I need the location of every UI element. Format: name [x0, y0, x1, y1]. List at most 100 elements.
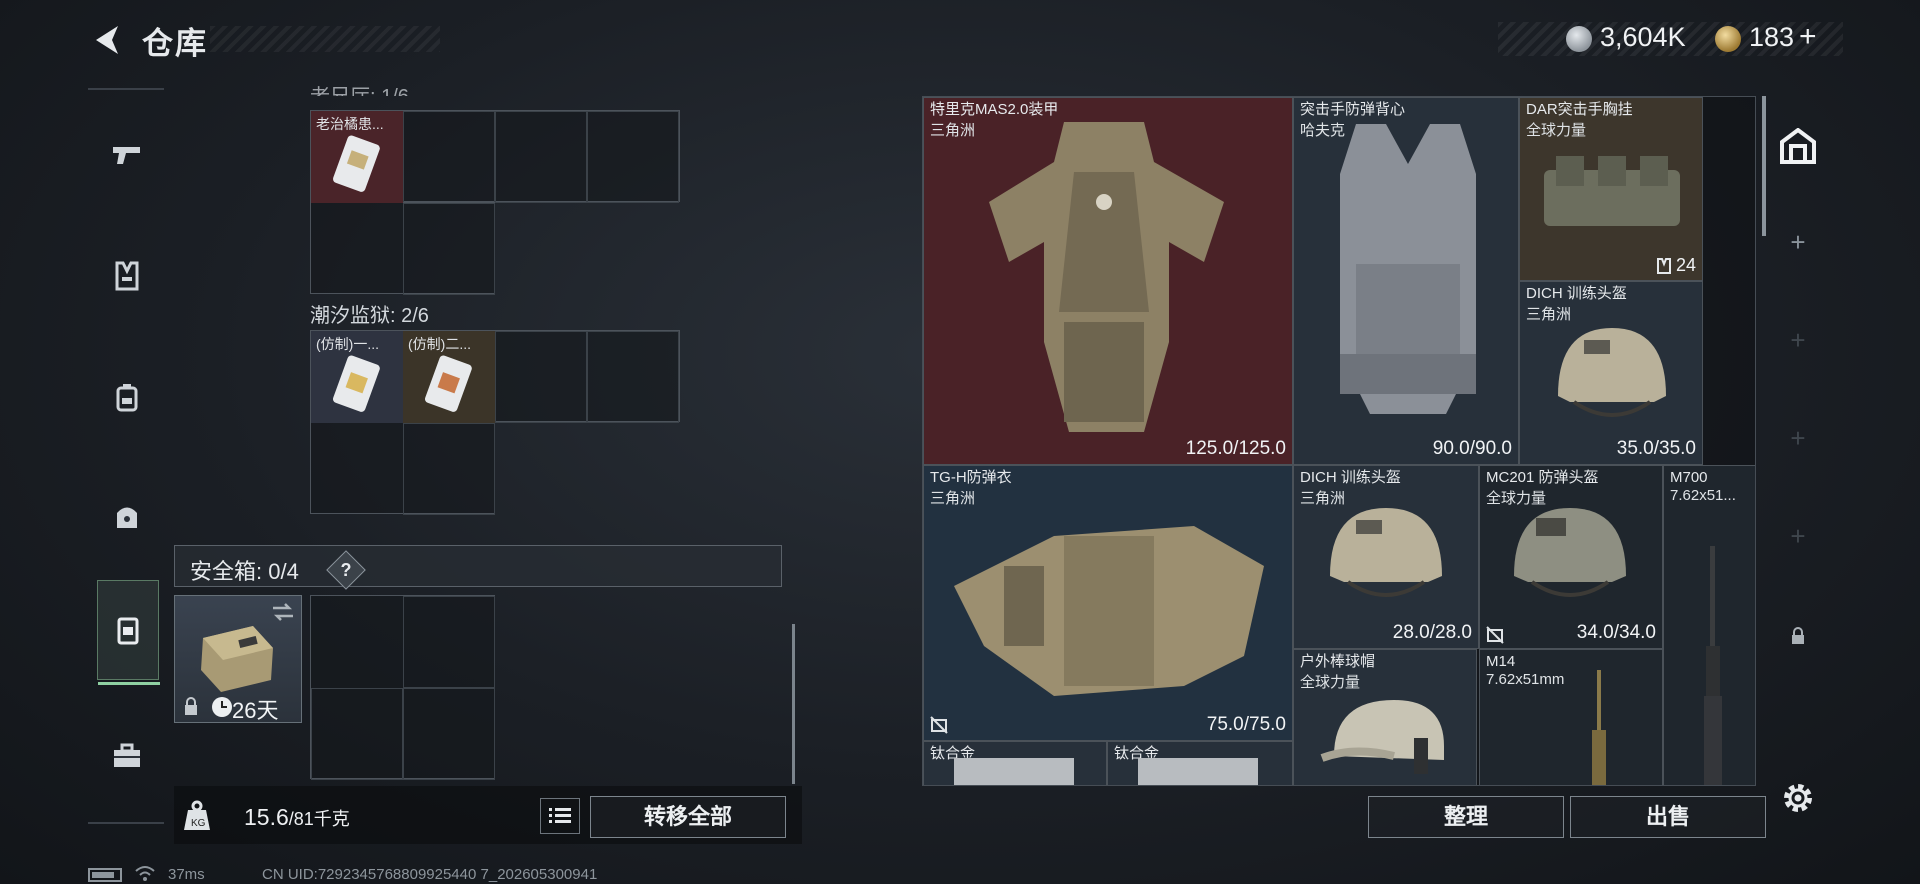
rail-slot-add-2[interactable]: +: [1768, 298, 1828, 382]
section-title-1: 老兄厅: 1/6: [310, 80, 409, 96]
rifle-icon: [1592, 670, 1606, 785]
storage-item-3[interactable]: (仿制)二...: [403, 331, 495, 423]
rail-slot-add-1[interactable]: +: [1768, 200, 1828, 284]
add-currency-button[interactable]: +: [1799, 20, 1817, 54]
item-name: (仿制)一...: [316, 336, 379, 352]
titanium-plate-icon: [954, 758, 1074, 785]
lock-icon: [185, 697, 197, 715]
no-repair-icon: [1486, 626, 1504, 644]
storage-scrollbar[interactable]: [792, 624, 795, 784]
inventory-item-assault-vest[interactable]: 突击手防弹背心 哈夫克 90.0/90.0: [1293, 97, 1519, 465]
battery-icon: [88, 868, 122, 882]
item-name: DICH 训练头盔: [1300, 469, 1401, 486]
weight-current: 15.6: [244, 804, 289, 830]
keycard-icon: [425, 355, 472, 412]
swap-icon: [273, 603, 293, 621]
rail-slot-locked[interactable]: [1768, 594, 1828, 678]
item-name: M14: [1486, 653, 1516, 670]
gold-coin-icon: [1715, 26, 1741, 52]
storage-item-1[interactable]: 老治橘患...: [311, 111, 403, 203]
help-icon: ?: [340, 560, 352, 580]
item-name: M700: [1670, 469, 1708, 486]
section-title-2: 潮汐监狱: 2/6: [310, 305, 429, 327]
weight-capacity: /81千克: [288, 809, 350, 829]
titanium-plate-icon: [1138, 758, 1258, 785]
inventory-item-mc201-helmet[interactable]: MC201 防弹头盔 全球力量 34.0/34.0: [1479, 465, 1663, 649]
rail-helmet[interactable]: [96, 485, 158, 547]
chest-rig-icon: [1544, 156, 1680, 226]
sort-button[interactable]: 整理: [1368, 796, 1564, 838]
inventory-item-m700[interactable]: M700 7.62x51...: [1663, 465, 1755, 785]
sell-button[interactable]: 出售: [1570, 796, 1766, 838]
item-durability: 125.0/125.0: [1185, 438, 1286, 459]
storage-grid-1-row2: [310, 202, 495, 295]
storage-item-2[interactable]: (仿制)一...: [311, 331, 403, 423]
rail-weapon[interactable]: [96, 124, 158, 186]
svg-text:KG: KG: [191, 818, 206, 829]
rail-tools[interactable]: [96, 725, 158, 787]
inventory-item-titanium-1[interactable]: 钛合金: [923, 741, 1107, 785]
item-caliber: 7.62x51...: [1670, 487, 1736, 504]
lock-icon: [1792, 627, 1804, 644]
bag-icon: [117, 507, 137, 528]
item-name: 老治橘患...: [316, 116, 384, 132]
safe-box-days: 26天: [232, 698, 279, 723]
inventory-item-m14[interactable]: M14 7.62x51mm: [1479, 649, 1663, 785]
weight-display: 15.6/81千克: [244, 804, 350, 831]
list-view-button[interactable]: [540, 798, 580, 834]
rail-storage-selected[interactable]: [1768, 104, 1828, 188]
rail-slot-add-4[interactable]: +: [1768, 494, 1828, 578]
page-title: 仓库: [142, 26, 208, 61]
item-name: (仿制)二...: [408, 336, 471, 352]
category-rail: [88, 88, 164, 824]
gear-icon: [1784, 784, 1812, 812]
item-faction: 三角洲: [930, 490, 976, 507]
inventory-item-baseball-cap[interactable]: 户外棒球帽 全球力量: [1293, 649, 1477, 785]
settings-button[interactable]: [1780, 780, 1820, 820]
helmet-icon: [1558, 328, 1666, 417]
item-caliber: 7.62x51mm: [1486, 671, 1565, 688]
plate-carrier-icon: [1340, 124, 1476, 414]
silver-coin-icon: [1566, 26, 1592, 52]
inventory-item-chest-rig[interactable]: DAR突击手胸挂 全球力量 24: [1519, 97, 1703, 281]
inventory-panel: 特里克MAS2.0装甲 三角洲 125.0/125.0 突击手防弹背心 哈夫克 …: [922, 96, 1756, 786]
backpack-icon: [116, 384, 138, 412]
inventory-item-titanium-2[interactable]: 钛合金: [1107, 741, 1293, 785]
toolbox-icon: [114, 743, 140, 767]
vest-icon: [115, 261, 139, 291]
inventory-item-tgh-armor[interactable]: TG-H防弹衣 三角洲 75.0/75.0: [923, 465, 1293, 741]
item-name: TG-H防弹衣: [930, 469, 1012, 486]
silver-currency-amount: 3,604K: [1600, 22, 1686, 52]
inventory-item-dich-helmet-2[interactable]: DICH 训练头盔 三角洲 28.0/28.0: [1293, 465, 1479, 649]
uid-display: CN UID:7292345768809925440 7_20260530094…: [262, 866, 598, 883]
sniper-rifle-icon: [1704, 546, 1722, 785]
rail-armor[interactable]: [96, 245, 158, 307]
storage-grid-2-row2: [310, 422, 495, 515]
item-durability: 34.0/34.0: [1576, 622, 1656, 643]
item-faction: 全球力量: [1526, 122, 1587, 139]
keycard-icon: [333, 355, 380, 412]
clock-icon: [212, 697, 232, 717]
item-durability: 28.0/28.0: [1392, 622, 1472, 643]
helmet-icon: [1330, 508, 1442, 597]
list-icon: [549, 808, 571, 823]
item-durability: 75.0/75.0: [1206, 714, 1286, 735]
body-armor-icon: [989, 122, 1224, 432]
inventory-item-dich-helmet-1[interactable]: DICH 训练头盔 三角洲 35.0/35.0: [1519, 281, 1703, 465]
inventory-item-armor-mas[interactable]: 特里克MAS2.0装甲 三角洲 125.0/125.0: [923, 97, 1293, 465]
wifi-icon: [135, 866, 155, 881]
safe-case-icon: [201, 626, 273, 692]
rail-slot-add-3[interactable]: +: [1768, 396, 1828, 480]
back-button[interactable]: [88, 20, 124, 60]
weight-icon: KG: [184, 800, 210, 830]
rail-container[interactable]: [97, 580, 160, 685]
keycard-icon: [333, 135, 380, 192]
rail-backpack[interactable]: [96, 366, 158, 428]
gold-currency-amount: 183: [1749, 22, 1795, 52]
transfer-all-button[interactable]: 转移全部: [590, 796, 786, 838]
item-name: DAR突击手胸挂: [1526, 101, 1633, 118]
item-name: DICH 训练头盔: [1526, 285, 1627, 302]
title-decoration: [210, 26, 440, 52]
pistol-icon: [113, 147, 140, 164]
safe-box-title: 安全箱: 0/4: [190, 559, 299, 584]
